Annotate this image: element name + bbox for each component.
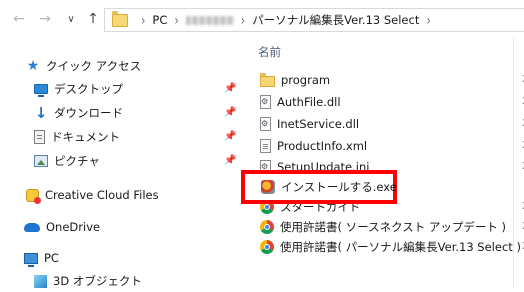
file-row-installer[interactable]: インストールする.exe	[261, 176, 397, 198]
star-icon: ★	[26, 58, 40, 74]
breadcrumb-pc[interactable]: PC	[152, 13, 167, 27]
up-arrow-icon[interactable]: ↑	[84, 9, 102, 29]
pin-icon[interactable]: 📌	[224, 83, 236, 95]
file-name: 使用許諾書( パーソナル編集長Ver.13 Select )	[280, 240, 521, 254]
file-name: program	[281, 73, 331, 87]
file-name: 使用許諾書( ソースネクスト アップデート )	[280, 220, 507, 234]
breadcrumb-separator-icon[interactable]: ›	[174, 12, 178, 29]
file-row-license-editor[interactable]: 使用許諾書( パーソナル編集長Ver.13 Select )	[260, 236, 521, 258]
dll-file-icon	[260, 117, 271, 131]
recent-locations-chevron-icon[interactable]: ∨	[62, 9, 80, 29]
highlight-box: インストールする.exe	[241, 170, 397, 204]
html-chrome-icon	[260, 240, 274, 254]
sidebar-item-pc[interactable]: PC	[0, 247, 264, 269]
breadcrumb-current-folder[interactable]: パーソナル編集長Ver.13 Select	[252, 12, 419, 28]
sidebar-item-3d-objects[interactable]: 3D オブジェクト	[0, 270, 274, 292]
back-arrow-icon[interactable]: ←	[10, 9, 28, 29]
3d-objects-icon	[34, 274, 47, 288]
sidebar-item-label: ダウンロード	[54, 106, 123, 120]
file-row-program[interactable]: program	[260, 69, 330, 91]
forward-arrow-icon[interactable]: →	[36, 9, 54, 29]
file-name: InetService.dll	[277, 117, 360, 131]
documents-icon	[34, 130, 45, 144]
sidebar-item-quick-access[interactable]: ★ クイック アクセス	[0, 55, 266, 77]
breadcrumb-separator-icon[interactable]: ›	[141, 12, 145, 29]
column-header-name[interactable]: 名前	[258, 44, 281, 60]
breadcrumb-separator-icon[interactable]: ›	[241, 12, 245, 29]
sidebar-item-onedrive[interactable]: OneDrive	[0, 216, 264, 238]
file-name: ProductInfo.xml	[277, 139, 368, 153]
file-row-license-update[interactable]: 使用許諾書( ソースネクスト アップデート )	[260, 216, 506, 238]
pc-icon	[24, 252, 38, 267]
sidebar-item-label: クイック アクセス	[46, 59, 142, 73]
navigation-pane: ★ クイック アクセス デスクトップ 📌 ↓ ダウンロード 📌 ドキュメント 📌…	[0, 38, 240, 288]
address-bar-area: ← → ∨ ↑ › PC › › パーソナル編集長Ver.13 Select ›	[0, 0, 524, 38]
breadcrumb-separator-icon[interactable]: ›	[426, 12, 430, 29]
folder-icon	[112, 10, 128, 27]
sidebar-item-label: PC	[44, 251, 59, 265]
download-icon: ↓	[34, 104, 48, 122]
file-list: 名前 program 2 AuthFile.dll 2 InetService.…	[240, 38, 524, 288]
desktop-icon	[34, 84, 48, 97]
sidebar-item-label: デスクトップ	[54, 82, 123, 96]
file-row-productinfo[interactable]: ProductInfo.xml	[260, 135, 367, 157]
setup-exe-icon	[261, 180, 275, 194]
sidebar-item-label: ドキュメント	[51, 130, 120, 144]
sidebar-item-label: OneDrive	[46, 220, 101, 234]
folder-icon	[260, 72, 275, 87]
address-bar[interactable]: › PC › › パーソナル編集長Ver.13 Select ›	[104, 8, 524, 32]
pin-icon[interactable]: 📌	[224, 131, 236, 143]
dll-file-icon	[260, 95, 271, 109]
file-row-inetservice[interactable]: InetService.dll	[260, 113, 359, 135]
breadcrumb-redacted[interactable]	[185, 15, 234, 25]
xml-file-icon	[260, 139, 271, 153]
sidebar-item-creative-cloud[interactable]: Creative Cloud Files	[0, 184, 266, 206]
sidebar-item-label: Creative Cloud Files	[45, 188, 159, 202]
file-name: インストールする.exe	[281, 180, 397, 194]
file-row-authfile[interactable]: AuthFile.dll	[260, 91, 341, 113]
pin-icon[interactable]: 📌	[224, 155, 236, 167]
pictures-icon	[34, 155, 48, 167]
pin-icon[interactable]: 📌	[224, 107, 236, 119]
sidebar-item-label: 3D オブジェクト	[53, 274, 142, 288]
file-name: AuthFile.dll	[277, 95, 341, 109]
sidebar-item-label: ピクチャ	[54, 154, 100, 168]
onedrive-cloud-icon	[24, 222, 40, 232]
html-chrome-icon	[260, 220, 274, 234]
creative-cloud-icon	[26, 188, 41, 204]
